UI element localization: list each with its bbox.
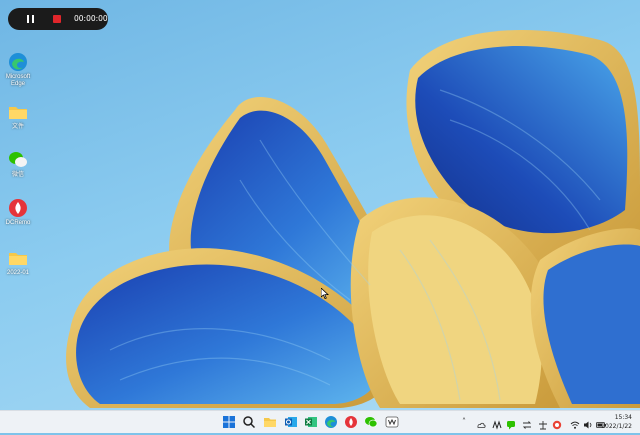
desktop-icon-edge[interactable]: Microsoft Edge bbox=[4, 52, 32, 88]
desktop[interactable]: 00:00:00 Microsoft Edge 文件 微信 DCRemo 202… bbox=[0, 0, 640, 410]
app-icon[interactable] bbox=[492, 417, 502, 430]
wechat-icon bbox=[8, 150, 28, 170]
excel-icon[interactable] bbox=[304, 415, 318, 429]
desktop-icon-label: 微信 bbox=[11, 172, 24, 178]
edge-icon bbox=[8, 52, 28, 72]
desktop-icon-label: 2022-01 bbox=[6, 270, 30, 276]
stop-button[interactable] bbox=[53, 15, 61, 23]
system-clock[interactable]: 15:34 2022/1/22 bbox=[601, 413, 632, 431]
mouse-pointer-icon bbox=[321, 288, 329, 299]
search-icon[interactable] bbox=[242, 415, 256, 429]
chevron-up-icon[interactable]: ˄ bbox=[462, 417, 466, 426]
dcremote-icon bbox=[8, 198, 28, 218]
desktop-icon-dcremote[interactable]: DCRemo bbox=[4, 198, 32, 227]
pause-button[interactable] bbox=[27, 15, 34, 23]
wechat-icon[interactable] bbox=[364, 415, 378, 429]
desktop-icon-label: Microsoft bbox=[5, 74, 31, 80]
taskbar: ˄ 15:34 2022/1/22 bbox=[0, 410, 640, 433]
file-explorer-icon[interactable] bbox=[263, 415, 277, 429]
desktop-icon-folder-2022[interactable]: 2022-01 bbox=[4, 248, 32, 277]
recording-timer: 00:00:00 bbox=[74, 14, 108, 23]
folder-icon bbox=[8, 102, 28, 122]
volume-icon[interactable] bbox=[583, 417, 593, 429]
desktop-icon-label: Edge bbox=[10, 81, 25, 87]
folder-icon bbox=[8, 248, 28, 268]
wallpaper-bloom bbox=[66, 30, 640, 408]
chat-icon[interactable] bbox=[506, 417, 516, 430]
edge-icon[interactable] bbox=[324, 415, 338, 429]
desktop-icon-wechat[interactable]: 微信 bbox=[4, 150, 32, 179]
desktop-icon-label: 文件 bbox=[11, 124, 24, 130]
cloud-icon[interactable] bbox=[476, 417, 486, 428]
outlook-icon[interactable] bbox=[284, 415, 298, 429]
windows-start-icon[interactable] bbox=[222, 415, 236, 429]
pdf-app-icon[interactable] bbox=[344, 415, 358, 429]
screen-recorder-icon[interactable] bbox=[385, 415, 399, 429]
antivirus-icon[interactable] bbox=[552, 417, 562, 430]
sync-icon[interactable] bbox=[522, 417, 532, 429]
desktop-icon-label: DCRemo bbox=[5, 220, 31, 226]
clock-time: 15:34 bbox=[614, 414, 632, 421]
input-method-icon[interactable] bbox=[538, 417, 548, 430]
wifi-icon[interactable] bbox=[570, 417, 580, 429]
clock-date: 2022/1/22 bbox=[601, 423, 632, 430]
desktop-icon-folder[interactable]: 文件 bbox=[4, 102, 32, 131]
screen-recorder-toolbar: 00:00:00 bbox=[8, 8, 108, 30]
